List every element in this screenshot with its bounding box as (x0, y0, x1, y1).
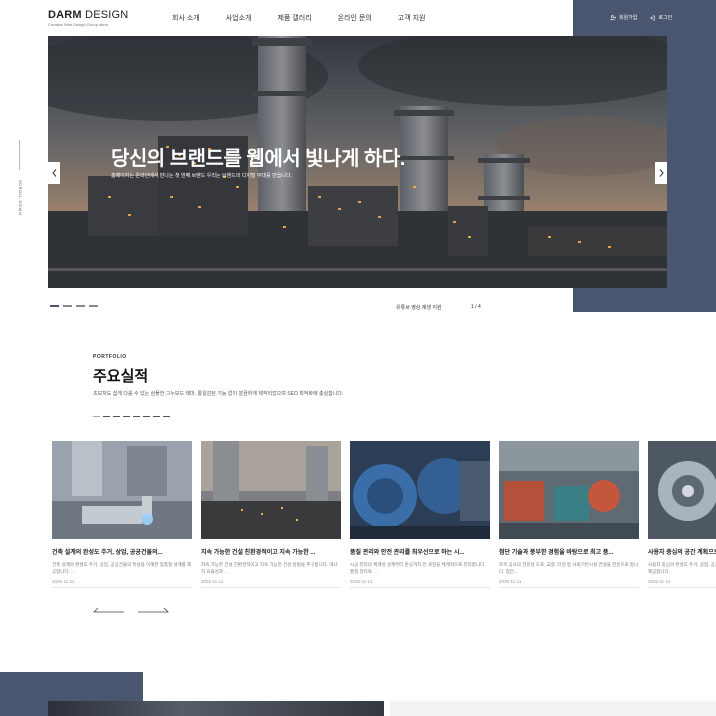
hero-slider: 당신의 브랜드를 웹에서 빛나게 하다. 홈페이지는 온라인에서 만나는 첫 번… (48, 36, 667, 288)
logo-rest: DESIGN (81, 9, 129, 21)
card-divider (499, 587, 639, 588)
next-section-image (48, 701, 384, 716)
nav-item-company[interactable]: 회사 소개 (172, 13, 200, 23)
hero-next-button[interactable] (655, 162, 667, 184)
hero-dot-3[interactable] (76, 305, 85, 307)
portfolio-pagination (93, 416, 170, 417)
portfolio-card-title: 품질 관리와 안전 관리를 최우선으로 하는 시... (350, 550, 465, 556)
nav-item-support[interactable]: 고객 지원 (398, 13, 426, 23)
portfolio-card[interactable]: 건축 설계의 완성도 주거, 상업, 공공건물의... 건축 설계의 완성도 주… (52, 441, 192, 588)
user-plus-icon (610, 14, 616, 21)
portfolio-card-title: 첨단 기술과 풍부한 경험을 바탕으로 최고 품... (499, 550, 614, 556)
arrow-right-icon[interactable] (138, 607, 169, 613)
card-divider (52, 587, 192, 588)
portfolio-card-date: 2025-11-11 (201, 579, 224, 584)
card-divider (648, 587, 716, 588)
portfolio-card-title: 사용자 중심의 공간 계획으로 (648, 550, 716, 556)
signup-label: 회원가입 (619, 15, 638, 21)
portfolio-card-date: 2025-11-11 (648, 579, 671, 584)
hero-title: 당신의 브랜드를 웹에서 빛나게 하다. (111, 148, 405, 170)
hero-pagination (50, 305, 98, 307)
signup-link[interactable]: 회원가입 (610, 14, 637, 21)
card-divider (350, 587, 490, 588)
portfolio-page-6[interactable] (143, 416, 150, 417)
chevron-right-icon (659, 169, 664, 177)
hero-dot-2[interactable] (63, 305, 72, 307)
arrow-left-icon[interactable] (93, 607, 124, 613)
scroll-down-label: SCROLL DOWN (18, 180, 23, 216)
portfolio-description: 초보자도 쉽게 다룰 수 있는 심플한 그누보드 테마, 통일감된 기능 없이 … (93, 391, 344, 397)
portfolio-card-image (201, 441, 341, 539)
main-nav: 회사 소개 사업소개 제품 갤러리 온라인 문의 고객 지원 (172, 13, 452, 23)
portfolio-page-4[interactable] (123, 416, 130, 417)
nav-item-gallery[interactable]: 제품 갤러리 (277, 13, 311, 23)
hero-subtitle: 홈페이지는 온라인에서 만나는 첫 번째 브랜드 우리는 브랜드의 디지털 무대… (111, 173, 292, 179)
portfolio-card-image (350, 441, 490, 539)
portfolio-page-7[interactable] (153, 416, 160, 417)
portfolio-card-image (52, 441, 192, 539)
auth-links: 회원가입 로그인 (610, 14, 672, 21)
portfolio-page-2[interactable] (103, 416, 110, 417)
portfolio-card-desc: 건축 설계의 완성도 주거, 상업, 공공건물의 특성을 이해한 맞춤형 설계를… (52, 562, 192, 574)
nav-item-inquiry[interactable]: 온라인 문의 (338, 13, 372, 23)
portfolio-page-1[interactable] (93, 416, 100, 417)
page: DARM DESIGN Creative Web Design Group da… (0, 0, 716, 716)
logo-tagline: Creative Web Design Group darm (48, 22, 109, 27)
login-label: 로그인 (658, 15, 673, 21)
hero-dot-1[interactable] (50, 305, 59, 307)
portfolio-card[interactable]: 첨단 기술과 풍부한 경험을 바탕으로 최고 품... 토목 공사의 전문성 도… (499, 441, 639, 588)
portfolio-card-date: 2025-11-11 (52, 579, 75, 584)
portfolio-card-image (648, 441, 716, 539)
portfolio-page-5[interactable] (133, 416, 140, 417)
login-icon (650, 15, 656, 20)
slide-counter: 1 / 4 (471, 304, 481, 310)
hero-prev-button[interactable] (48, 162, 60, 184)
portfolio-card[interactable]: 사용자 중심의 공간 계획으로 사용자 중심의 완성도 주거, 상업, 공공건물… (648, 441, 716, 588)
login-link[interactable]: 로그인 (649, 14, 672, 21)
nav-item-business[interactable]: 사업소개 (226, 13, 252, 23)
slide-caption: 유튜브 영상 재생 지원 (396, 305, 442, 311)
portfolio-card[interactable]: 지속 가능한 건설 친환경적이고 지속 가능한 ... 지속 가능한 건설 친환… (201, 441, 341, 588)
scroll-line (19, 140, 20, 170)
portfolio-page-3[interactable] (113, 416, 120, 417)
portfolio-card-list: 건축 설계의 완성도 주거, 상업, 공공건물의... 건축 설계의 완성도 주… (52, 441, 716, 588)
portfolio-title: 주요실적 (93, 368, 149, 385)
portfolio-card-desc: 지속 가능한 건설 친환경적이고 지속 가능한 건설 방법을 추구합니다. 에너… (201, 562, 338, 574)
hero-dot-4[interactable] (89, 305, 98, 307)
scroll-down-indicator[interactable]: SCROLL DOWN (13, 140, 25, 240)
portfolio-arrows (93, 607, 169, 613)
logo-bold: DARM (48, 9, 82, 21)
logo[interactable]: DARM DESIGN Creative Web Design Group da… (48, 9, 128, 27)
portfolio-card-date: 2025-11-11 (350, 579, 373, 584)
chevron-left-icon (51, 169, 56, 177)
next-section-panel (390, 701, 716, 716)
portfolio-card[interactable]: 품질 관리와 안전 관리를 최우선으로 하는 시... 시공 관리의 체계성 설… (350, 441, 490, 588)
card-divider (201, 587, 341, 588)
portfolio-card-desc: 시공 관리의 체계성 설계부터 준공까지 전 과정을 체계적으로 관리합니다. … (350, 562, 486, 574)
portfolio-eyebrow: PORTFOLIO (93, 354, 127, 360)
portfolio-card-desc: 사용자 중심의 완성도 주거, 상업, 공공건물의 특성을 이해한 맞춤형 설계… (648, 562, 716, 574)
portfolio-card-desc: 토목 공사의 전문성 도로, 교량, 터널 등 사회기반시설 건설을 전문으로 … (499, 562, 639, 574)
site-header: DARM DESIGN Creative Web Design Group da… (0, 0, 716, 36)
portfolio-card-title: 지속 가능한 건설 친환경적이고 지속 가능한 ... (201, 550, 316, 556)
portfolio-card-title: 건축 설계의 완성도 주거, 상업, 공공건물의... (52, 550, 163, 556)
portfolio-card-date: 2025-11-11 (499, 579, 522, 584)
portfolio-page-8[interactable] (163, 416, 170, 417)
portfolio-card-image (499, 441, 639, 539)
